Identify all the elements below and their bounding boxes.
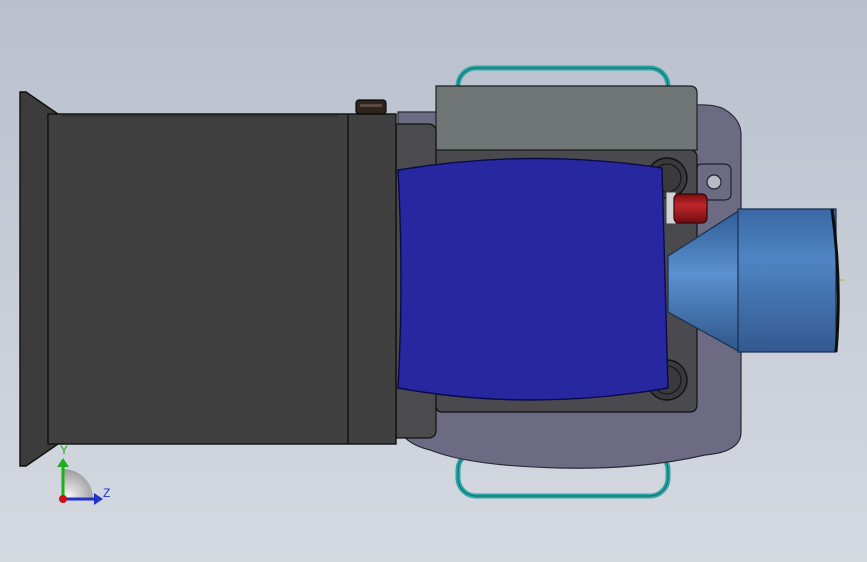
red-knob[interactable] <box>665 191 708 225</box>
left-housing[interactable] <box>19 91 397 467</box>
z-axis-label: Z <box>103 486 110 500</box>
cad-viewport[interactable]: Y Z <box>0 0 867 562</box>
z-axis-arrow <box>94 493 103 505</box>
mounting-hole <box>706 174 722 190</box>
y-axis-label: Y <box>60 443 68 457</box>
housing-body <box>47 113 397 445</box>
nozzle-cylinder[interactable] <box>737 208 845 353</box>
view-orientation-triad[interactable]: Y Z <box>57 443 110 505</box>
triad-origin <box>59 495 67 503</box>
top-block[interactable] <box>435 85 698 151</box>
y-axis-arrow <box>57 458 69 467</box>
top-bolt <box>355 99 387 115</box>
assembly-model[interactable]: Y Z <box>0 0 867 562</box>
motor-body[interactable] <box>397 157 669 401</box>
triad-quarter-disc <box>63 469 93 499</box>
